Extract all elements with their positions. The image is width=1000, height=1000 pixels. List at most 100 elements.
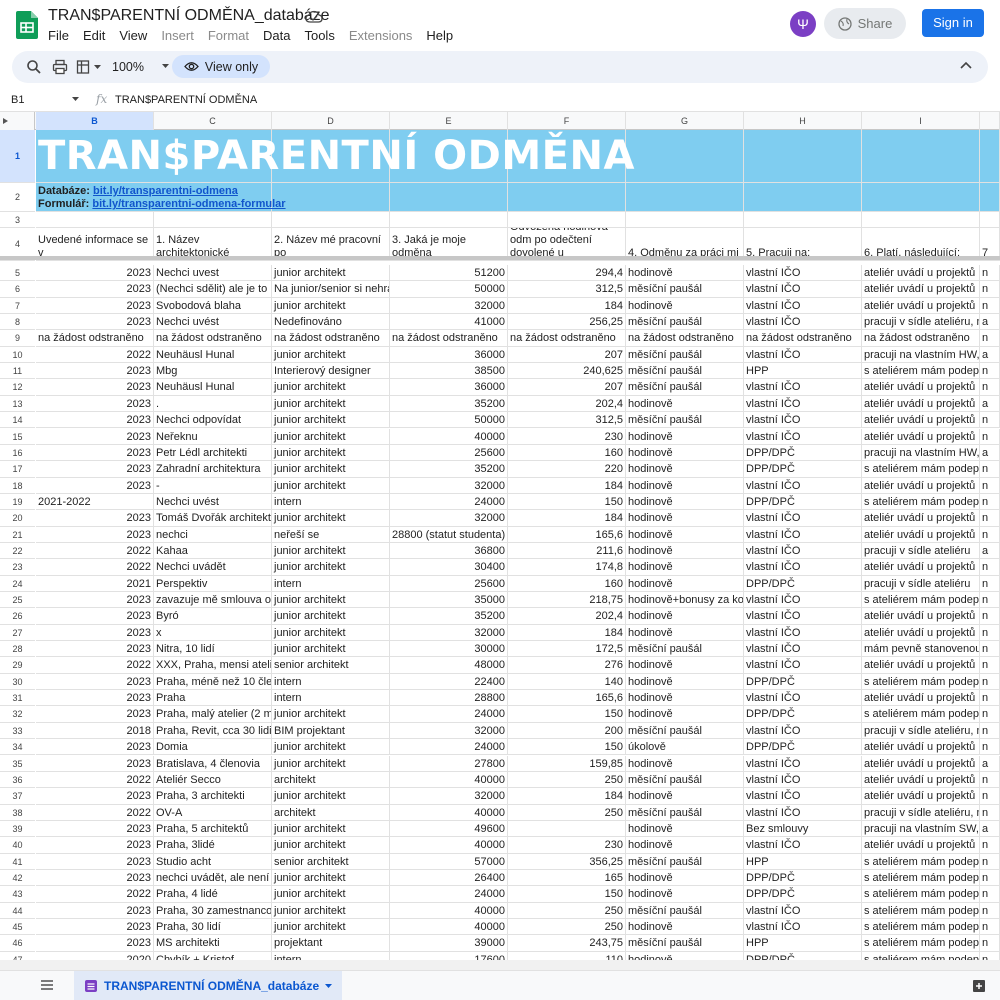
cell[interactable]: 2023 — [36, 428, 154, 445]
cell[interactable]: vlastní IČO — [744, 690, 862, 707]
formula-input[interactable]: TRAN$PARENTNÍ ODMĚNA — [115, 94, 257, 106]
menu-help[interactable]: Help — [426, 28, 453, 43]
frozen-rows-divider[interactable] — [0, 256, 1000, 260]
row-header[interactable]: 27 — [0, 625, 35, 642]
cell[interactable]: n — [980, 559, 1000, 576]
cell[interactable]: hodinově — [626, 706, 744, 723]
cell[interactable]: 57000 — [390, 853, 508, 870]
row-header[interactable]: 29 — [0, 657, 35, 674]
cell[interactable]: 312,5 — [508, 281, 626, 298]
cell[interactable]: ateliér uvádí u projektů m — [862, 837, 980, 854]
cell[interactable] — [390, 212, 508, 228]
cell[interactable]: Studio acht — [154, 853, 272, 870]
cell[interactable]: Ateliér Secco — [154, 771, 272, 789]
cell[interactable]: vlastní IČO — [744, 314, 862, 331]
column-header-g[interactable]: G — [626, 112, 744, 130]
cell[interactable]: hodinově — [626, 395, 744, 413]
cell[interactable]: n — [980, 477, 1000, 494]
cell[interactable]: DPP/DPČ — [744, 461, 862, 478]
column-header-d[interactable]: D — [272, 112, 390, 130]
cell[interactable]: a — [980, 314, 1000, 331]
cell[interactable]: 2022 — [36, 559, 154, 576]
cell[interactable]: junior architekt — [272, 886, 390, 903]
row-header[interactable]: 24 — [0, 576, 35, 592]
cell[interactable]: 2023 — [36, 314, 154, 331]
cell[interactable]: Praha, 5 architektů — [154, 820, 272, 838]
cell[interactable]: Svobodová blaha — [154, 297, 272, 315]
cell[interactable]: vlastní IČO — [744, 526, 862, 543]
cell[interactable]: ateliér uvádí u projektů m — [862, 739, 980, 756]
cell[interactable]: 160 — [508, 444, 626, 462]
cell[interactable]: 218,75 — [508, 592, 626, 609]
cell[interactable]: n — [980, 265, 1000, 282]
cell[interactable]: 39000 — [390, 935, 508, 952]
cell[interactable]: vlastní IČO — [744, 559, 862, 576]
cell[interactable] — [626, 212, 744, 228]
chevron-down-icon[interactable] — [94, 65, 101, 70]
cell[interactable]: hodinově — [626, 428, 744, 445]
cell[interactable]: 184 — [508, 477, 626, 494]
cell[interactable]: BIM projektant — [272, 722, 390, 740]
cell[interactable] — [744, 130, 862, 183]
cell[interactable] — [744, 212, 862, 228]
cell[interactable]: měsíční paušál — [626, 379, 744, 396]
cell[interactable]: 36800 — [390, 542, 508, 560]
cell[interactable] — [626, 130, 744, 183]
sign-in-button[interactable]: Sign in — [922, 9, 984, 37]
cell[interactable]: a — [980, 395, 1000, 413]
cell[interactable]: n — [980, 771, 1000, 789]
cell[interactable]: 2023 — [36, 395, 154, 413]
row-header[interactable]: 28 — [0, 641, 35, 658]
cell[interactable]: pracuji na vlastním HW, — [862, 444, 980, 462]
cloud-status-icon[interactable] — [305, 10, 323, 24]
cell[interactable]: hodinově — [626, 951, 744, 960]
share-button[interactable]: Share — [824, 8, 906, 39]
row-header[interactable]: 6 — [0, 281, 35, 298]
cell[interactable]: ateliér uvádí u projektů m — [862, 477, 980, 494]
cell[interactable] — [272, 183, 390, 212]
cell[interactable]: 2022 — [36, 346, 154, 364]
row-header[interactable]: 44 — [0, 903, 35, 919]
cell[interactable]: vlastní IČO — [744, 265, 862, 282]
cell[interactable]: junior architekt — [272, 739, 390, 756]
cell[interactable]: DPP/DPČ — [744, 886, 862, 903]
cell[interactable]: 2023 — [36, 379, 154, 396]
cell[interactable]: měsíční paušál — [626, 722, 744, 740]
cell[interactable]: junior architekt — [272, 706, 390, 723]
cell[interactable]: Nechci uvest — [154, 265, 272, 282]
cell[interactable]: 32000 — [390, 722, 508, 740]
cell[interactable]: a — [980, 755, 1000, 772]
cell[interactable]: n — [980, 461, 1000, 478]
cell[interactable]: úkolově — [626, 739, 744, 756]
cell[interactable]: hodinově — [626, 788, 744, 805]
sheet-tab-chevron-down-icon[interactable] — [325, 983, 333, 989]
column-header-c[interactable]: C — [154, 112, 272, 130]
cell[interactable]: ateliér uvádí u projektů m — [862, 281, 980, 298]
cell[interactable]: hodinově — [626, 919, 744, 936]
cell[interactable]: 2022 — [36, 771, 154, 789]
row-header[interactable]: 32 — [0, 706, 35, 723]
cell[interactable]: s ateliérem mám podeps — [862, 853, 980, 870]
row-header[interactable]: 43 — [0, 886, 35, 903]
cell[interactable]: junior architekt — [272, 919, 390, 936]
cell[interactable]: hodinově — [626, 461, 744, 478]
cell[interactable]: n — [980, 281, 1000, 298]
cell[interactable]: ateliér uvádí u projektů m — [862, 379, 980, 396]
cell[interactable]: vlastní IČO — [744, 722, 862, 740]
cell[interactable]: hodinově — [626, 624, 744, 642]
cell[interactable]: 230 — [508, 428, 626, 445]
cell[interactable]: ateliér uvádí u projektů m — [862, 297, 980, 315]
cell[interactable]: 2023 — [36, 641, 154, 658]
menu-edit[interactable]: Edit — [83, 28, 105, 43]
cell[interactable]: vlastní IČO — [744, 412, 862, 429]
cell[interactable]: vlastní IČO — [744, 379, 862, 396]
cell[interactable]: 2023 — [36, 837, 154, 854]
filter-views-icon[interactable] — [76, 59, 92, 75]
row-header[interactable]: 36 — [0, 772, 35, 789]
cell[interactable]: Tomáš Dvořák architekt — [154, 510, 272, 527]
cell[interactable]: s ateliérem mám podeps — [862, 886, 980, 903]
cell[interactable]: 30000 — [390, 641, 508, 658]
cell[interactable]: 49600 — [390, 820, 508, 838]
cell[interactable]: s ateliérem mám podeps — [862, 673, 980, 691]
row-header[interactable]: 13 — [0, 396, 35, 413]
